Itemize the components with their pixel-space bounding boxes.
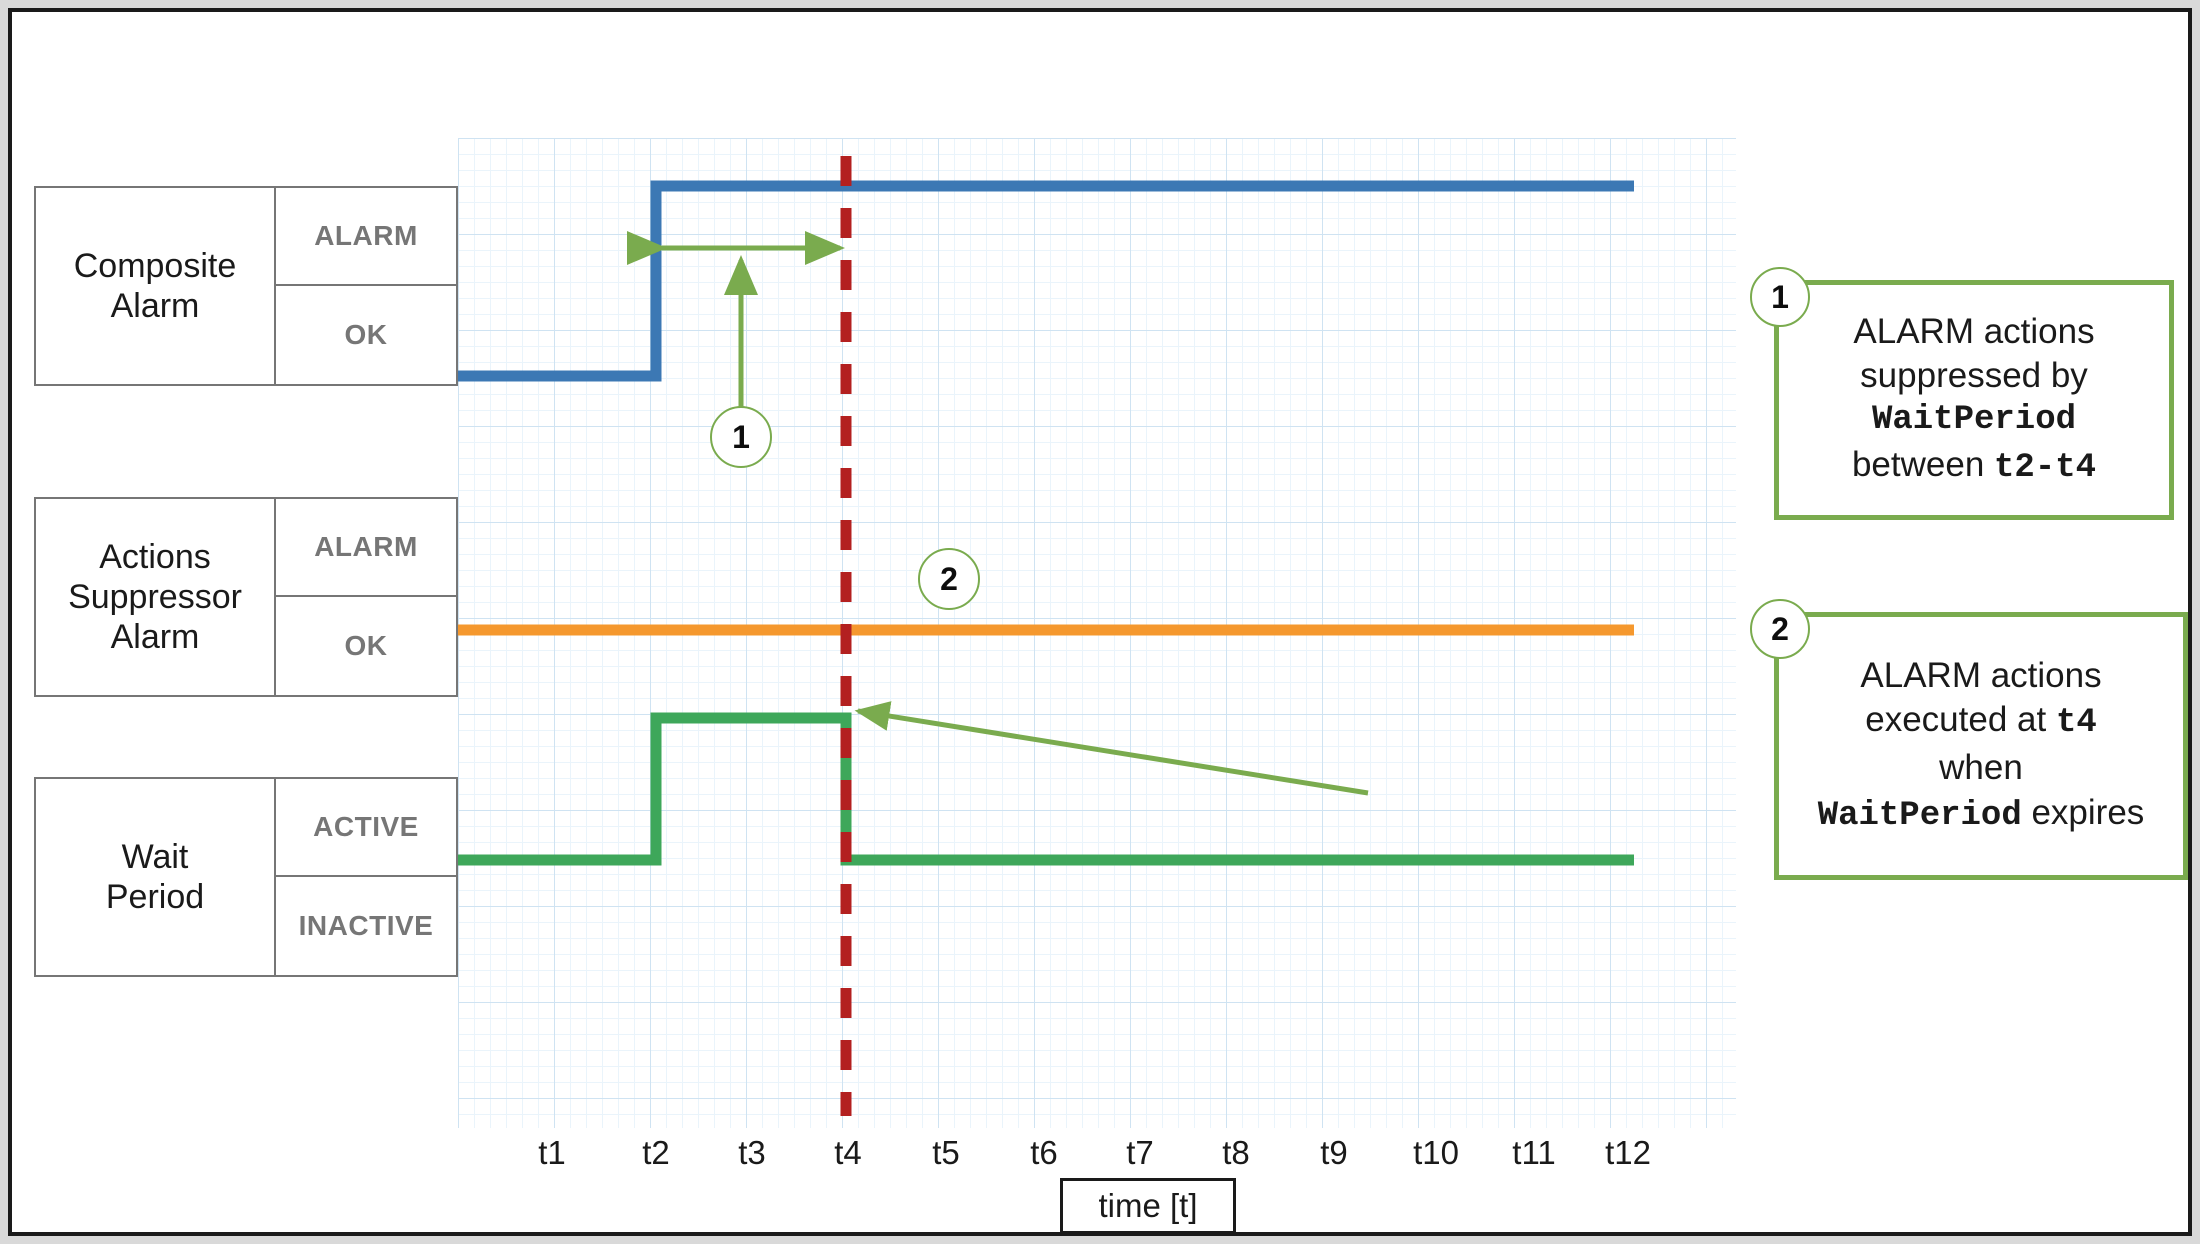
composite-alarm-name-line-1: Composite [73, 246, 237, 285]
suppressor-alarm-state-alarm: ALARM [276, 499, 456, 597]
diagram-frame: 1 2 Composite Alarm ALARM OK Actions Sup… [8, 8, 2192, 1236]
composite-alarm-state-ok: OK [344, 319, 388, 350]
marker-2-leader [854, 701, 1369, 796]
composite-alarm-states: ALARM OK [276, 188, 456, 384]
x-tick-t7: t7 [1126, 1134, 1154, 1171]
x-tick-t8: t8 [1222, 1134, 1250, 1171]
timeline-series-svg [458, 138, 1634, 1116]
composite-alarm-name-line-2: Alarm [110, 287, 200, 325]
x-tick-t2: t2 [642, 1134, 670, 1171]
callout-1-line-4-prefix: between [1851, 444, 1995, 484]
x-tick-t4: t4 [834, 1134, 862, 1171]
callout-2-line-4-mono: WaitPeriod [1817, 796, 2022, 835]
wait-period-name-line-2: Period [105, 878, 205, 916]
row-label-actions-suppressor-alarm: Actions Suppressor Alarm ALARM OK [34, 497, 458, 697]
x-axis-title: time [t] [1060, 1178, 1236, 1234]
callout-badge-1[interactable]: 1 [1750, 267, 1810, 327]
annotation-marker-1[interactable]: 1 [710, 406, 772, 468]
callout-2-line-1: ALARM actions [1860, 655, 2102, 695]
x-tick-t6: t6 [1030, 1134, 1058, 1171]
diagram-root: 1 2 Composite Alarm ALARM OK Actions Sup… [0, 0, 2200, 1244]
row-label-composite-alarm: Composite Alarm ALARM OK [34, 186, 458, 386]
suppressor-alarm-name-line-3: Alarm [110, 618, 200, 657]
x-tick-t1: t1 [538, 1134, 566, 1171]
row-label-wait-period: Wait Period ACTIVE INACTIVE [34, 777, 458, 977]
x-tick-t11: t11 [1512, 1134, 1556, 1171]
x-axis-title-label: time [t] [1098, 1187, 1198, 1224]
callout-1-line-4: between t2-t4 [1852, 443, 2096, 491]
annotation-marker-1-label: 1 [732, 418, 750, 455]
callout-1-line-4-mono: t2-t4 [1994, 448, 2097, 487]
suppressor-alarm-name-line-2: Suppressor [68, 577, 242, 616]
suppressor-alarm-states: ALARM OK [276, 499, 456, 695]
callout-1-line-3: WaitPeriod [1871, 401, 2077, 440]
x-tick-t12: t12 [1605, 1134, 1651, 1171]
wait-period-state-active: ACTIVE [276, 779, 456, 877]
x-tick-t5: t5 [932, 1134, 960, 1171]
callout-1-line-2: suppressed by [1860, 356, 2088, 396]
annotation-marker-2-label: 2 [940, 560, 958, 597]
callout-badge-1-label: 1 [1771, 278, 1789, 315]
x-tick-t9: t9 [1320, 1134, 1348, 1171]
suppressor-alarm-state-ok: OK [344, 630, 388, 661]
composite-alarm-state-alarm: ALARM [276, 188, 456, 286]
callout-box-1: ALARM actions suppressed by WaitPeriod b… [1774, 280, 2174, 520]
callout-badge-2-label: 2 [1771, 610, 1789, 647]
callout-2-line-4: WaitPeriod expires [1818, 791, 2145, 839]
composite-alarm-line [458, 180, 1634, 382]
callout-1-line-1: ALARM actions [1853, 311, 2095, 351]
x-axis-tick-labels: t1 t2 t3 t4 t5 t6 t7 t8 t9 t10 t11 t12 [458, 1134, 1736, 1178]
callout-badge-2[interactable]: 2 [1750, 599, 1810, 659]
suppressor-alarm-name-line-1: Actions [99, 537, 211, 576]
wait-period-states: ACTIVE INACTIVE [276, 779, 456, 975]
wait-period-state-inactive: INACTIVE [298, 910, 434, 941]
callout-2-line-4-suffix: expires [2021, 792, 2145, 832]
callout-2-line-2-mono: t4 [2055, 704, 2097, 743]
callout-2-line-2-prefix: executed at [1865, 700, 2056, 740]
row-label-composite-alarm-name: Composite Alarm [36, 188, 276, 384]
row-label-wait-period-name: Wait Period [36, 779, 276, 975]
annotation-marker-2[interactable]: 2 [918, 548, 980, 610]
row-label-actions-suppressor-alarm-name: Actions Suppressor Alarm [36, 499, 276, 695]
wait-period-name-line-1: Wait [121, 837, 189, 876]
x-tick-t10: t10 [1413, 1134, 1459, 1171]
callout-2-line-3: when [1939, 748, 2023, 787]
callout-box-2: ALARM actions executed at t4 when WaitPe… [1774, 612, 2188, 880]
x-tick-t3: t3 [738, 1134, 766, 1171]
callout-2-line-2: executed at t4 [1865, 698, 2097, 746]
timeline-plot-area: 1 2 [458, 138, 1736, 1128]
